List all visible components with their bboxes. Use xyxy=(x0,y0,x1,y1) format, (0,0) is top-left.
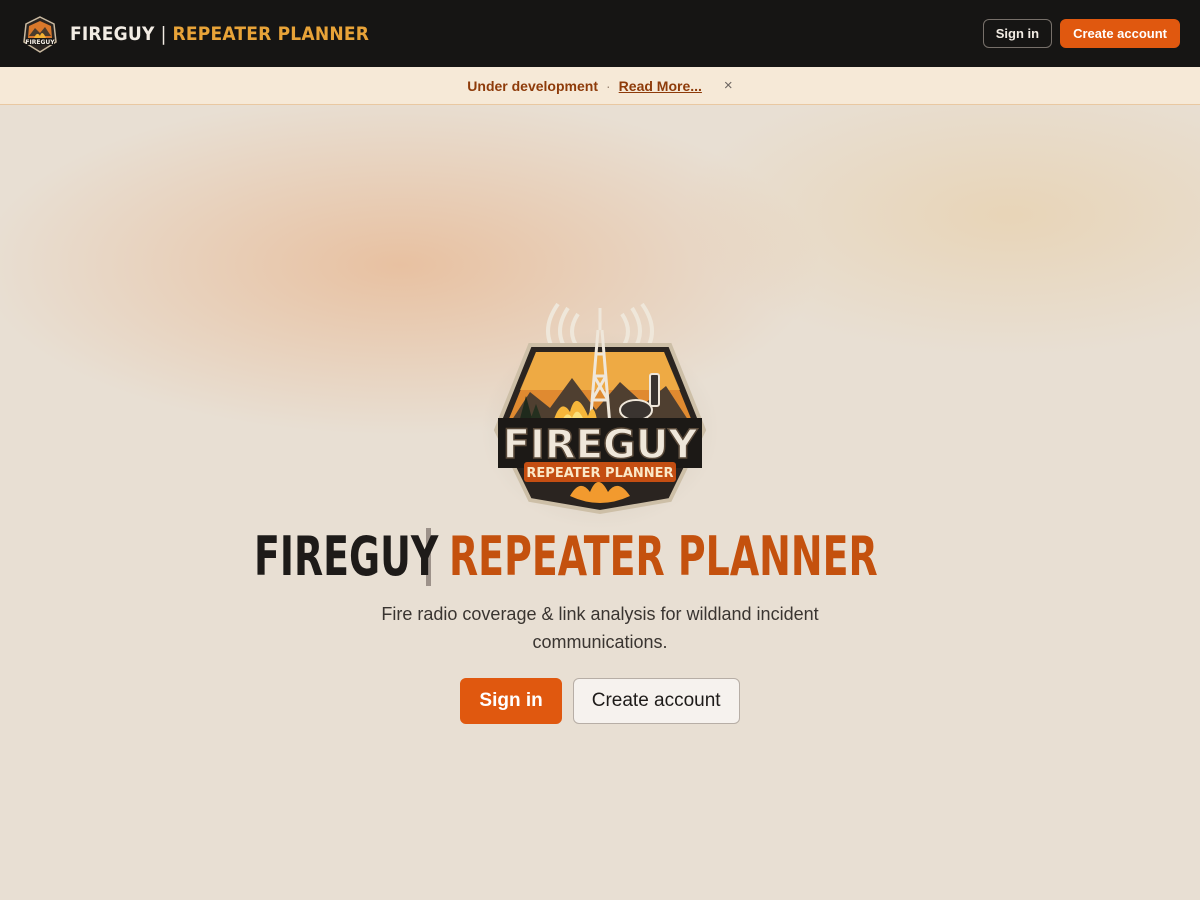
hero-title: FIREGUY REPEATER PLANNER xyxy=(0,522,1200,592)
logo-text-top: FIREGUY xyxy=(503,422,699,468)
logo-text-bottom: REPEATER PLANNER xyxy=(526,466,673,481)
brand-separator: | xyxy=(160,22,167,45)
hero-actions: Sign in Create account xyxy=(0,678,1200,724)
brand[interactable]: FIREGUY FIREGUY | REPEATER PLANNER xyxy=(20,14,369,54)
nav-sign-in-button[interactable]: Sign in xyxy=(982,19,1053,48)
top-navbar: FIREGUY FIREGUY | REPEATER PLANNER Sign … xyxy=(0,0,1200,67)
dev-banner: Under development · Read More... × xyxy=(0,67,1200,105)
hero-create-account-button[interactable]: Create account xyxy=(572,678,740,724)
hero-logo: FIREGUY REPEATER PLANNER xyxy=(490,300,710,515)
hero-sign-in-button[interactable]: Sign in xyxy=(460,678,562,724)
hero-title-main: FIREGUY xyxy=(253,525,438,588)
fireguy-badge-icon: FIREGUY xyxy=(23,15,57,53)
svg-text:FIREGUY: FIREGUY xyxy=(25,39,55,46)
banner-status: Under development xyxy=(467,77,598,94)
brand-name: FIREGUY xyxy=(70,22,155,45)
brand-subtitle: REPEATER PLANNER xyxy=(172,22,370,45)
hero-title-accent: REPEATER PLANNER xyxy=(448,525,878,588)
banner-dot: · xyxy=(606,77,611,94)
close-icon[interactable]: × xyxy=(724,77,733,94)
banner-read-more-link[interactable]: Read More... xyxy=(619,78,702,94)
nav-actions: Sign in Create account xyxy=(982,19,1180,48)
hero-description: Fire radio coverage & link analysis for … xyxy=(381,604,819,652)
nav-create-account-button[interactable]: Create account xyxy=(1060,19,1180,48)
fireguy-badge-icon: FIREGUY REPEATER PLANNER xyxy=(493,302,707,515)
